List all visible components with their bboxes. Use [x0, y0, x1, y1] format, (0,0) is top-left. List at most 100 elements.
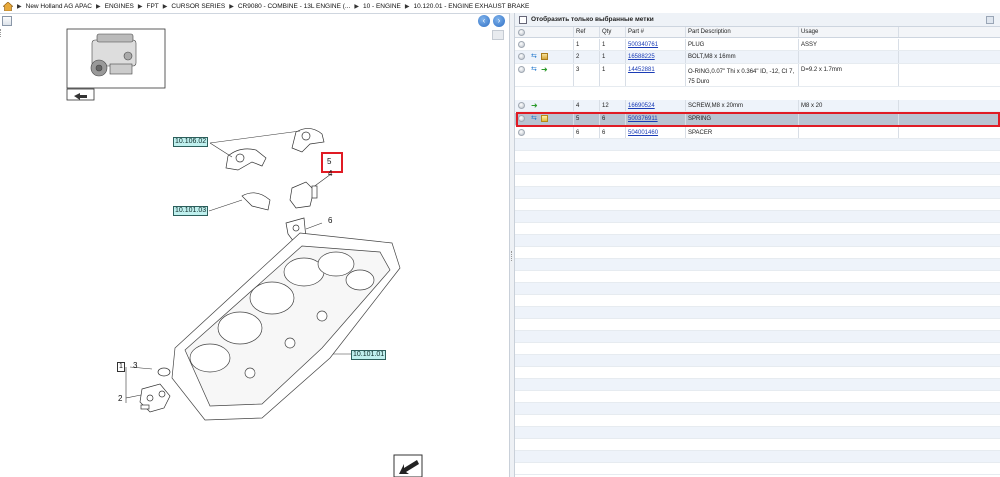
breadcrumb-item-brand[interactable]: New Holland AG APAC	[26, 3, 92, 10]
cell-qty: 1	[599, 64, 625, 86]
cell-ref: 6	[573, 127, 599, 138]
cell-description: SPRING	[685, 113, 798, 125]
engine-diagram	[66, 28, 423, 477]
cell-qty: 1	[599, 39, 625, 50]
package-icon[interactable]	[541, 115, 548, 122]
empty-row	[515, 331, 1000, 343]
cell-description: PLUG	[685, 39, 798, 50]
previous-page-button[interactable]: ‹	[478, 15, 490, 27]
empty-row	[515, 139, 1000, 151]
ref-number-1[interactable]: 1	[117, 362, 125, 372]
chevron-right-icon: ▶	[95, 4, 101, 10]
empty-row	[515, 451, 1000, 463]
select-all-icon[interactable]	[518, 28, 525, 36]
breadcrumb-item-cursor-series[interactable]: CURSOR SERIES	[171, 3, 225, 10]
row-select-icon[interactable]	[518, 115, 525, 122]
table-row[interactable]: 1 1 500340761 PLUG ASSY	[515, 39, 1000, 51]
cell-qty: 12	[599, 100, 625, 111]
ref-number-6[interactable]: 6	[328, 216, 332, 225]
cell-description: SPACER	[685, 127, 798, 138]
package-icon[interactable]	[541, 53, 548, 60]
home-icon[interactable]	[3, 2, 13, 11]
swap-arrows-icon[interactable]: ⇆	[531, 66, 538, 73]
header-select-cell	[515, 27, 573, 37]
header-part-number[interactable]: Part #	[625, 27, 685, 37]
cell-description: SCREW,M8 x 20mm	[685, 100, 798, 111]
breadcrumb-item-model[interactable]: CR9080 - COMBINE - 13L ENGINE (...	[238, 3, 350, 10]
panel-options-icon[interactable]	[986, 16, 994, 24]
callout-10-101-01[interactable]: 10.101.01	[351, 350, 387, 360]
row-select-icon[interactable]	[518, 102, 525, 109]
header-ref[interactable]: Ref	[573, 27, 599, 37]
cell-description: O-RING,0.07" Thi x 0.364" ID, -12, CI 7,…	[685, 64, 798, 86]
empty-row	[515, 355, 1000, 367]
part-number-link[interactable]: 504001460	[628, 130, 658, 136]
green-arrow-icon[interactable]: ➜	[541, 66, 548, 74]
ref-number-2[interactable]: 2	[118, 394, 122, 403]
header-usage[interactable]: Usage	[798, 27, 898, 37]
empty-row	[515, 295, 1000, 307]
table-row[interactable]: 6 6 504001460 SPACER	[515, 127, 1000, 139]
breadcrumb-item-section[interactable]: 10 - ENGINE	[363, 3, 401, 10]
swap-arrows-icon[interactable]: ⇆	[531, 115, 538, 122]
green-arrow-icon[interactable]: ➜	[531, 102, 538, 110]
show-selected-only-checkbox[interactable]	[519, 15, 527, 24]
expand-icon[interactable]	[2, 16, 12, 26]
empty-row	[515, 211, 1000, 223]
header-qty[interactable]: Qty	[599, 27, 625, 37]
cell-ref: 3	[573, 64, 599, 86]
row-select-icon[interactable]	[518, 66, 525, 73]
table-row[interactable]: ➜ 4 12 16690524 SCREW,M8 x 20mm M8 x 20	[515, 100, 1000, 112]
part-number-link[interactable]: 500376911	[628, 116, 658, 122]
cell-usage: M8 x 20	[798, 100, 898, 111]
callout-10-101-03[interactable]: 10.101.03	[173, 206, 209, 216]
empty-row	[515, 271, 1000, 283]
empty-row	[515, 343, 1000, 355]
app-window: ▶ New Holland AG APAC ▶ ENGINES ▶ FPT ▶ …	[0, 0, 1000, 477]
part-number-link[interactable]: 16690524	[628, 103, 655, 109]
part-number-link[interactable]: 14452881	[628, 67, 655, 73]
ref-number-4[interactable]: 4	[328, 169, 332, 178]
parts-table: Ref Qty Part # Part Description Usage 1 …	[515, 27, 1000, 477]
ref-number-3[interactable]: 3	[133, 361, 137, 370]
drawing-toolbar: ‹ ›	[0, 14, 509, 28]
swap-arrows-icon[interactable]: ⇆	[531, 53, 538, 60]
splitter-grip[interactable]	[511, 251, 513, 261]
breadcrumb-item-engines[interactable]: ENGINES	[105, 3, 134, 10]
next-page-button[interactable]: ›	[493, 15, 505, 27]
plug-drawing	[139, 367, 171, 413]
table-header: Ref Qty Part # Part Description Usage	[515, 27, 1000, 38]
table-row[interactable]: ⇆ ➜ 3 1 14452881 O-RING,0.07" Thi x 0.36…	[515, 64, 1000, 87]
show-selected-only-label[interactable]: Отобразить только выбранные метки	[531, 16, 654, 23]
empty-row	[515, 463, 1000, 475]
header-filler	[898, 27, 1000, 37]
cell-usage: D=9.2 x 1.7mm	[798, 64, 898, 86]
part-number-link[interactable]: 500340761	[628, 42, 658, 48]
chevron-right-icon: ▶	[404, 4, 410, 10]
table-row[interactable]: ⇆ 2 1 16588225 BOLT,M8 x 16mm	[515, 51, 1000, 64]
table-row-selected[interactable]: ⇆ 5 6 500376911 SPRING	[515, 113, 1000, 126]
cylinder-head-drawing	[171, 232, 401, 421]
header-part-description[interactable]: Part Description	[685, 27, 798, 37]
engine-thumbnail-icon	[90, 33, 137, 77]
cell-ref: 2	[573, 51, 599, 63]
breadcrumb-item-fpt[interactable]: FPT	[147, 3, 159, 10]
chevron-right-icon: ▶	[162, 4, 168, 10]
cell-description: BOLT,M8 x 16mm	[685, 51, 798, 63]
empty-row	[515, 187, 1000, 199]
part-number-link[interactable]: 16588225	[628, 54, 655, 60]
breadcrumb: ▶ New Holland AG APAC ▶ ENGINES ▶ FPT ▶ …	[0, 0, 1000, 13]
row-select-icon[interactable]	[518, 53, 525, 60]
row-select-icon[interactable]	[518, 41, 525, 48]
cell-usage	[798, 127, 898, 138]
chevron-right-icon: ▶	[137, 4, 143, 10]
chevron-right-icon: ▶	[229, 4, 234, 10]
empty-row	[515, 223, 1000, 235]
empty-row	[515, 319, 1000, 331]
callout-10-106-02[interactable]: 10.106.02	[173, 137, 209, 147]
cell-usage: ASSY	[798, 39, 898, 50]
drawing-pane: ‹ › 10.106.02 10.101.03 10.101.01 5 4 6 …	[0, 13, 509, 477]
row-select-icon[interactable]	[518, 129, 525, 136]
empty-row	[515, 307, 1000, 319]
cell-qty: 6	[599, 127, 625, 138]
